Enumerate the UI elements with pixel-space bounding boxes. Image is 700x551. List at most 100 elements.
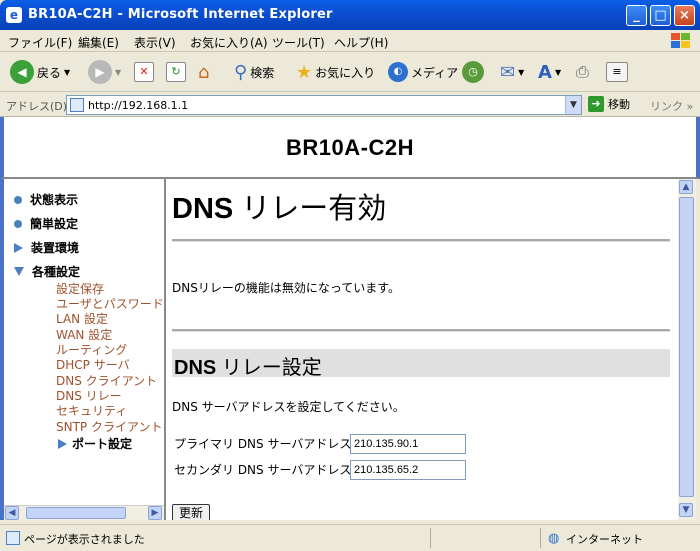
address-label: アドレス(D) (6, 100, 68, 113)
links-label: リンク (650, 100, 683, 113)
back-arrow-icon: ◀ (10, 60, 34, 84)
device-brand: BR10A-C2H (286, 135, 414, 160)
address-dropdown-icon[interactable]: ▼ (565, 96, 581, 114)
divider (172, 239, 670, 242)
maximize-button[interactable]: □ (650, 5, 671, 26)
mail-button[interactable]: ✉ ▼ (500, 58, 524, 86)
search-button[interactable]: ⚲ 検索 (234, 58, 274, 86)
address-url[interactable]: http://192.168.1.1 (88, 99, 188, 112)
instruction-text: DNS サーバアドレスを設定してください。 (172, 400, 405, 414)
nav-easy-setup-label: 簡単設定 (30, 217, 79, 231)
page-icon (70, 98, 84, 112)
primary-dns-label: プライマリ DNS サーバアドレス (174, 437, 352, 451)
navigation-frame: 状態表示 簡単設定 装置環境 各種設定 設定保存 ユーザとパスワード LAN 設… (0, 179, 166, 520)
links-button[interactable]: リンク » (650, 98, 693, 114)
section-header: DNS リレー設定 (172, 349, 670, 380)
nav-easy-setup[interactable]: 簡単設定 (14, 215, 78, 232)
triangle-right-icon (58, 438, 67, 449)
font-size-icon: A (538, 61, 552, 83)
media-button[interactable]: ◐ メディア (388, 58, 458, 86)
stop-icon: ✕ (134, 62, 154, 82)
scroll-left-icon[interactable]: ◀ (5, 506, 19, 520)
secondary-dns-label: セカンダリ DNS サーバアドレス (174, 463, 352, 477)
home-icon: ⌂ (198, 61, 210, 83)
menu-view[interactable]: 表示(V) (134, 34, 176, 51)
menu-favorites[interactable]: お気に入り(A) (190, 34, 268, 51)
scroll-right-icon[interactable]: ▶ (148, 506, 162, 520)
page-title: DNS リレー有効 (172, 185, 386, 227)
nav-settings-label: 各種設定 (32, 265, 81, 279)
nav-sntp[interactable]: SNTP クライアント (56, 418, 163, 435)
history-button[interactable]: ◷ (462, 58, 484, 86)
nav-dhcp[interactable]: DHCP サーバ (56, 356, 130, 373)
star-icon: ★ (296, 61, 313, 83)
triangle-down-icon (14, 267, 24, 276)
scroll-up-icon[interactable]: ▲ (679, 180, 693, 194)
primary-dns-input[interactable] (350, 434, 466, 454)
address-bar: アドレス(D) http://192.168.1.1 ▼ ➜ 移動 リンク » (0, 93, 700, 117)
favorites-button[interactable]: ★ お気に入り (296, 58, 375, 86)
menu-tools[interactable]: ツール(T) (272, 34, 325, 51)
nav-port-settings[interactable]: ポート設定 (58, 435, 132, 452)
nav-horizontal-scrollbar[interactable]: ◀ ▶ (4, 505, 164, 520)
nav-status-label: 状態表示 (30, 193, 79, 207)
scroll-thumb[interactable] (26, 507, 126, 519)
media-icon: ◐ (388, 62, 408, 82)
go-button[interactable]: ➜ 移動 (588, 96, 630, 112)
back-button[interactable]: ◀ 戻る ▼ (10, 58, 70, 86)
forward-button[interactable]: ▶ ▼ (88, 58, 121, 86)
print-button[interactable]: ⎙ (576, 58, 589, 86)
secondary-dns-input[interactable] (350, 460, 466, 480)
header-frame: BR10A-C2H (0, 117, 700, 179)
home-button[interactable]: ⌂ (198, 58, 209, 86)
page-title-en: DNS (172, 193, 234, 225)
update-button[interactable]: 更新 (172, 504, 210, 520)
toolbar: ◀ 戻る ▼ ▶ ▼ ✕ ↻ ⌂ ⚲ 検索 ★ お気に入り ◐ メディア ◷ ✉… (0, 52, 700, 92)
refresh-icon: ↻ (166, 62, 186, 82)
nav-device-env-label: 装置環境 (31, 241, 80, 255)
divider (172, 329, 670, 332)
page-title-jp: リレー有効 (233, 193, 387, 225)
close-button[interactable]: × (674, 5, 695, 26)
history-icon: ◷ (462, 61, 484, 83)
address-input[interactable]: http://192.168.1.1 ▼ (66, 95, 582, 115)
mail-icon: ✉ (500, 61, 516, 83)
print-icon: ⎙ (576, 62, 589, 81)
scroll-down-icon[interactable]: ▼ (679, 503, 693, 517)
nav-settings[interactable]: 各種設定 (14, 263, 80, 280)
nav-device-env[interactable]: 装置環境 (14, 239, 79, 256)
font-size-button[interactable]: A ▼ (538, 58, 561, 86)
menu-edit[interactable]: 編集(E) (78, 34, 119, 51)
menu-help[interactable]: ヘルプ(H) (334, 34, 388, 51)
nav-port-label: ポート設定 (72, 437, 133, 451)
bullet-icon (14, 219, 22, 228)
page-done-icon (6, 531, 20, 545)
divider (540, 528, 541, 548)
window-title: BR10A-C2H - Microsoft Internet Explorer (28, 7, 333, 22)
stop-button[interactable]: ✕ (134, 58, 154, 86)
forward-arrow-icon: ▶ (88, 60, 112, 84)
edit-button[interactable]: ≡ (606, 58, 628, 86)
globe-icon: ◍ (548, 531, 560, 546)
security-zone: インターネット (566, 533, 643, 546)
favorites-label: お気に入り (315, 65, 376, 80)
nav-status[interactable]: 状態表示 (14, 191, 78, 208)
menu-bar: ファイル(F) 編集(E) 表示(V) お気に入り(A) ツール(T) ヘルプ(… (0, 30, 700, 52)
media-label: メディア (411, 65, 459, 80)
nav-lan[interactable]: LAN 設定 (56, 310, 108, 327)
windows-logo-icon (671, 33, 690, 48)
status-bar: ページが表示されました ◍ インターネット (0, 524, 700, 551)
nav-security[interactable]: セキュリティ (56, 402, 127, 419)
menu-file[interactable]: ファイル(F) (8, 34, 72, 51)
bullet-icon (14, 195, 22, 204)
search-label: 検索 (250, 65, 275, 80)
window-titlebar: e BR10A-C2H - Microsoft Internet Explore… (0, 0, 700, 30)
go-arrow-icon: ➜ (588, 96, 604, 112)
content-vertical-scrollbar[interactable]: ▲ ▼ (678, 179, 696, 520)
section-title: DNS リレー設定 (174, 351, 322, 380)
relay-status-text: DNSリレーの機能は無効になっています。 (172, 281, 401, 295)
minimize-button[interactable]: _ (626, 5, 647, 26)
scroll-thumb[interactable] (679, 197, 694, 497)
refresh-button[interactable]: ↻ (166, 58, 186, 86)
back-label: 戻る (37, 65, 62, 80)
